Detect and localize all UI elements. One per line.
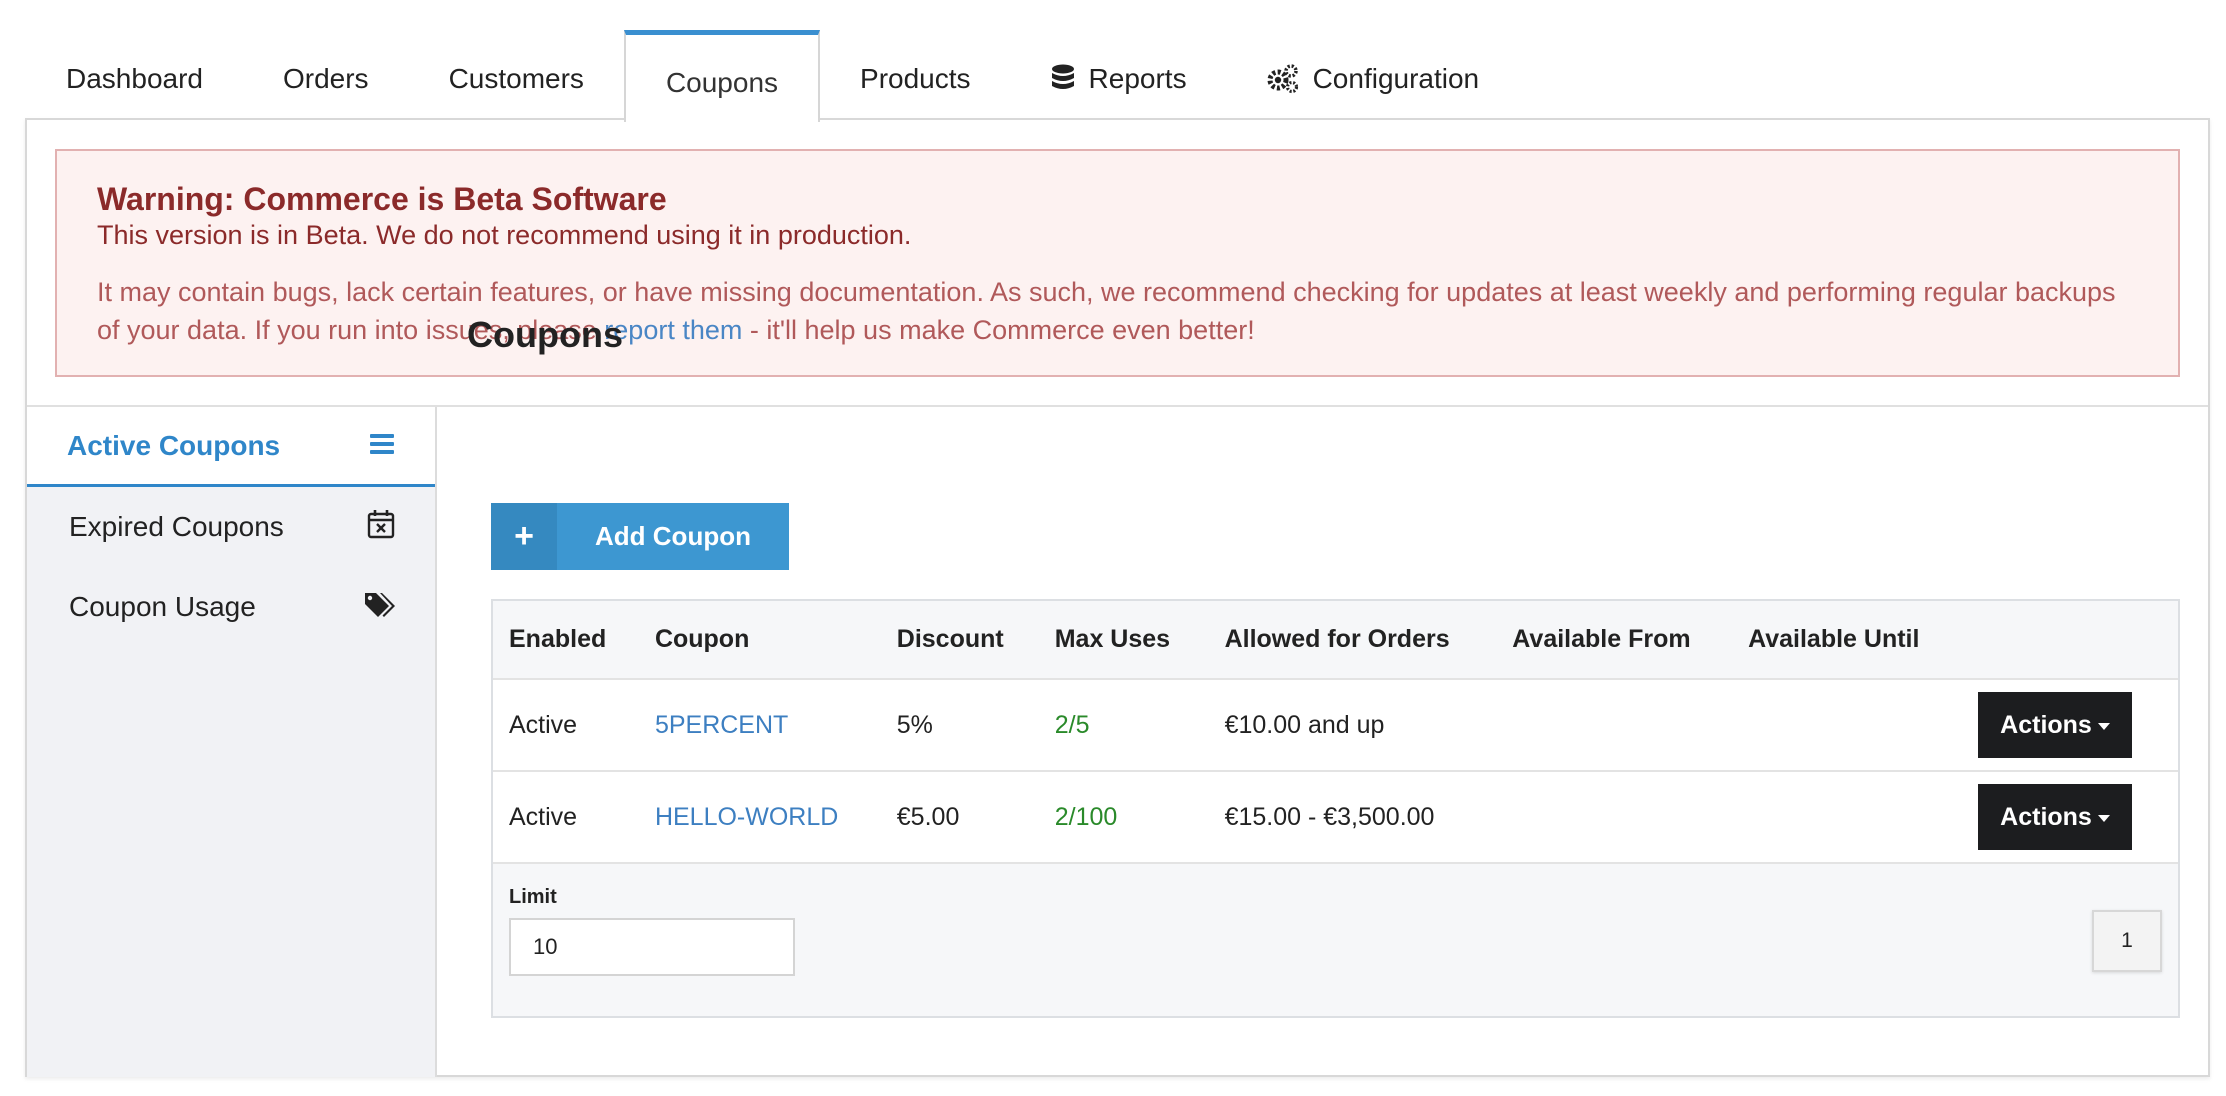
- tab-orders[interactable]: Orders: [243, 30, 409, 120]
- tab-label: Coupons: [665, 66, 779, 98]
- sidebar-item-active-coupons[interactable]: Active Coupons: [27, 407, 435, 487]
- tab-label: Customers: [448, 63, 584, 94]
- actions-label: Actions: [2000, 710, 2092, 739]
- tab-reports[interactable]: Reports: [1011, 30, 1227, 120]
- table-footer: Limit 1: [493, 864, 2178, 1019]
- enabled-cell: Active: [509, 802, 578, 831]
- available-until-cell: [1732, 771, 1962, 863]
- available-from-cell: [1496, 679, 1732, 771]
- limit-input[interactable]: [509, 918, 795, 976]
- tab-label: Configuration: [1312, 63, 1480, 94]
- warning-title: Warning: Commerce is Beta Software: [97, 181, 667, 217]
- tab-label: Reports: [1088, 63, 1187, 94]
- column-header[interactable]: Allowed for Orders: [1208, 601, 1497, 680]
- tab-products[interactable]: Products: [820, 30, 1011, 120]
- allowed-orders-cell: €15.00 - €3,500.00: [1224, 802, 1435, 831]
- column-header[interactable]: Max Uses: [1038, 601, 1209, 680]
- actions-label: Actions: [2000, 802, 2092, 831]
- column-header[interactable]: Coupon: [638, 601, 881, 680]
- tab-configuration[interactable]: Configuration: [1227, 30, 1520, 120]
- actions-cell: Actions: [1962, 679, 2178, 771]
- column-header[interactable]: Enabled: [493, 601, 639, 680]
- tab-label: Orders: [282, 63, 369, 94]
- add-coupon-label: Add Coupon: [595, 521, 751, 551]
- actions-cell: Actions: [1962, 771, 2178, 863]
- tab-dashboard[interactable]: Dashboard: [26, 30, 243, 120]
- enabled-cell: Active: [509, 710, 578, 739]
- sidebar-item-label: Coupon Usage: [69, 591, 256, 622]
- list-icon: [369, 430, 395, 462]
- beta-warning-alert: Warning: Commerce is Beta Software This …: [55, 149, 2180, 377]
- tab-customers[interactable]: Customers: [409, 30, 624, 120]
- sidebar-item-label: Active Coupons: [67, 429, 281, 461]
- coupons-table-container: Enabled Coupon Discount Max Uses Allowed…: [491, 599, 2180, 1018]
- discount-cell: 5%: [896, 710, 933, 739]
- tab-label: Dashboard: [66, 63, 203, 94]
- limit-label: Limit: [509, 886, 557, 908]
- available-from-cell: [1496, 771, 1732, 863]
- allowed-orders-cell: €10.00 and up: [1224, 710, 1385, 739]
- max-uses-cell: 2/5: [1054, 710, 1090, 739]
- max-uses-cell: 2/100: [1054, 802, 1118, 831]
- column-header: [1962, 601, 2178, 680]
- gears-icon: [1267, 64, 1299, 94]
- table-row: Active HELLO-WORLD €5.00 2/100 €15.00 - …: [493, 771, 2178, 863]
- column-header[interactable]: Available From: [1496, 601, 1733, 680]
- actions-dropdown-button[interactable]: Actions: [1978, 784, 2132, 850]
- coupon-link[interactable]: 5PERCENT: [639, 679, 881, 771]
- available-until-cell: [1732, 679, 1962, 771]
- calendar-x-icon: [367, 509, 395, 546]
- coupon-link[interactable]: HELLO-WORLD: [639, 771, 881, 863]
- main-tabs: Dashboard Orders Customers Coupons Produ…: [26, 30, 1520, 122]
- sidebar-item-label: Expired Coupons: [69, 511, 284, 542]
- warning-subtitle: This version is in Beta. We do not recom…: [97, 220, 912, 250]
- column-header[interactable]: Available Until: [1732, 601, 1962, 680]
- table-row: Active 5PERCENT 5% 2/5 €10.00 and up Act…: [493, 679, 2178, 771]
- sidebar-item-expired-coupons[interactable]: Expired Coupons: [27, 487, 435, 567]
- coupons-table: Enabled Coupon Discount Max Uses Allowed…: [493, 601, 2178, 864]
- warning-body-text-end: - it'll help us make Commerce even bette…: [742, 315, 1255, 345]
- warning-body: It may contain bugs, lack certain featur…: [97, 273, 2138, 349]
- report-issues-link[interactable]: report them: [604, 315, 742, 345]
- plus-icon: +: [491, 503, 557, 570]
- add-coupon-button[interactable]: + Add Coupon: [491, 503, 789, 570]
- discount-cell: €5.00: [896, 802, 960, 831]
- sidebar-item-coupon-usage[interactable]: Coupon Usage: [27, 567, 435, 647]
- pagination-page-button[interactable]: 1: [2092, 910, 2162, 972]
- table-header-row: Enabled Coupon Discount Max Uses Allowed…: [493, 601, 2178, 680]
- caret-down-icon: [2097, 814, 2110, 822]
- caret-down-icon: [2097, 722, 2110, 730]
- tags-icon: [363, 591, 395, 624]
- tab-coupons[interactable]: Coupons: [623, 30, 821, 122]
- database-icon: [1051, 64, 1075, 94]
- tab-label: Products: [860, 63, 971, 94]
- actions-dropdown-button[interactable]: Actions: [1978, 692, 2132, 758]
- coupons-sidebar: Active Coupons Expired Coupons Coupon Us…: [27, 407, 437, 1077]
- page-title: Coupons: [467, 314, 623, 355]
- column-header[interactable]: Discount: [880, 601, 1039, 680]
